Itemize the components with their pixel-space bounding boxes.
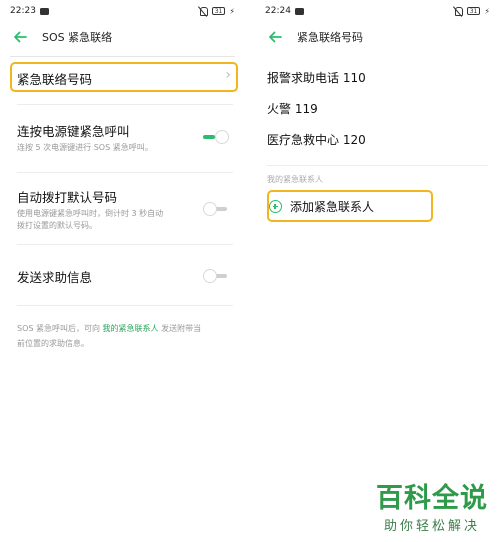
message-icon [39, 7, 49, 15]
title-divider [10, 56, 235, 57]
power-key-sos-toggle[interactable] [203, 130, 229, 144]
title-bar: 紧急联络号码 [255, 22, 500, 52]
auto-dial-row[interactable]: 自动拨打默认号码 使用电源键紧急呼叫时，倒计时 3 秒自动 拨打设置的默认号码。 [17, 187, 233, 232]
status-time: 22:23 [10, 6, 36, 16]
status-bar: 22:23 31 ⚡ [0, 0, 245, 22]
page-title: SOS 紧急联络 [42, 31, 113, 44]
title-bar: SOS 紧急联络 [0, 22, 245, 52]
status-time: 22:24 [265, 6, 291, 16]
plus-circle-icon [269, 200, 282, 213]
page-title: 紧急联络号码 [297, 31, 363, 44]
send-help-row[interactable]: 发送求助信息 [17, 267, 233, 286]
emergency-number-fire[interactable]: 火警 119 [267, 100, 318, 117]
status-bar: 22:24 31 ⚡ [255, 0, 500, 22]
message-icon [294, 7, 304, 15]
battery-icon: 31 [211, 7, 226, 15]
emergency-contacts-row[interactable]: 紧急联络号码 › [17, 67, 233, 87]
back-arrow-icon[interactable] [12, 29, 28, 45]
divider [17, 104, 233, 105]
emergency-number-police[interactable]: 报警求助电话 110 [267, 69, 366, 86]
chevron-right-icon: › [225, 67, 231, 83]
divider [17, 305, 233, 306]
auto-dial-desc-2: 拨打设置的默认号码。 [17, 221, 97, 230]
auto-dial-toggle[interactable] [203, 202, 229, 216]
charging-icon: ⚡ [484, 6, 490, 16]
charging-icon: ⚡ [229, 6, 235, 16]
divider [267, 165, 488, 166]
auto-dial-desc-1: 使用电源键紧急呼叫时，倒计时 3 秒自动 [17, 209, 164, 218]
emergency-number-ambulance[interactable]: 医疗急救中心 120 [267, 131, 366, 148]
watermark-slogan: 助你轻松解决 [383, 519, 480, 534]
sos-footnote: SOS 紧急呼叫后，可向 我的紧急联系人 发送附带当 前位置的求助信息。 [17, 324, 202, 348]
back-arrow-icon[interactable] [267, 29, 283, 45]
mute-icon [453, 6, 463, 16]
screen-emergency-numbers: 22:24 31 ⚡ 紧急联络号码 报警求助电话 110 火警 119 医疗急救… [255, 0, 500, 542]
add-emergency-contact-label: 添加紧急联系人 [290, 200, 375, 214]
watermark-title: 百科全说 [376, 483, 488, 514]
send-help-toggle[interactable] [203, 269, 229, 283]
power-key-sos-label: 连按电源键紧急呼叫 [17, 124, 130, 139]
send-help-label: 发送求助信息 [17, 270, 93, 285]
add-emergency-contact-button[interactable]: 添加紧急联系人 [269, 198, 374, 215]
auto-dial-label: 自动拨打默认号码 [17, 190, 118, 205]
battery-icon: 31 [466, 7, 481, 15]
power-key-sos-row[interactable]: 连按电源键紧急呼叫 连按 5 次电源键进行 SOS 紧急呼叫。 [17, 121, 233, 154]
section-my-contacts: 我的紧急联系人 [267, 175, 323, 184]
emergency-contacts-label: 紧急联络号码 [17, 72, 93, 87]
screen-sos-settings: 22:23 31 ⚡ SOS 紧急联络 紧急联络号码 › 连按电源键紧急呼叫 连… [0, 0, 245, 542]
divider [17, 244, 233, 245]
mute-icon [198, 6, 208, 16]
power-key-sos-desc: 连按 5 次电源键进行 SOS 紧急呼叫。 [17, 143, 153, 152]
my-emergency-contacts-link[interactable]: 我的紧急联系人 [103, 324, 159, 333]
divider [17, 172, 233, 173]
watermark-logo: 百科全说 助你轻松解决 [376, 483, 488, 535]
